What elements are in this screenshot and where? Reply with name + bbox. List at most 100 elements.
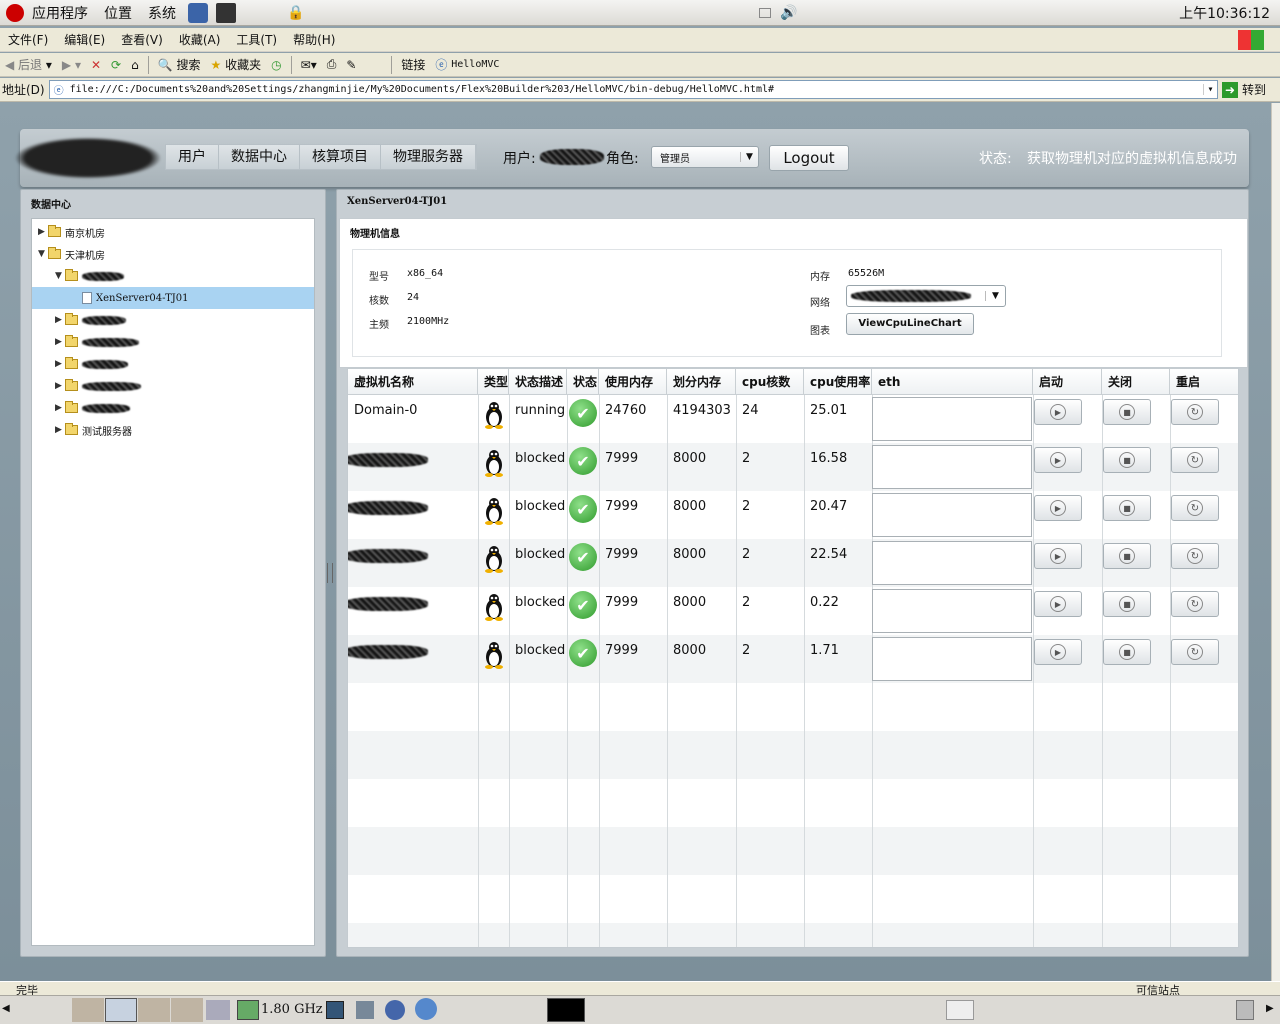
vm-restart-button[interactable]: ↻ xyxy=(1171,591,1219,617)
vm-eth-field[interactable] xyxy=(872,541,1032,585)
system-monitor-applet[interactable] xyxy=(547,998,585,1022)
vm-eth-field[interactable] xyxy=(872,445,1032,489)
link-hellomvc[interactable]: ⓔ HelloMVC xyxy=(430,54,504,76)
vm-stop-button[interactable]: ■ xyxy=(1103,543,1151,569)
menu-places[interactable]: 位置 xyxy=(96,3,140,23)
forward-button[interactable]: ▶ ▾ xyxy=(57,54,86,76)
grid-header[interactable]: eth xyxy=(872,369,1033,395)
vm-stop-button[interactable]: ■ xyxy=(1103,495,1151,521)
tree-node[interactable]: ▶ xyxy=(32,309,314,331)
tree-node[interactable]: ▶ 测试服务器 xyxy=(32,419,314,441)
vm-restart-button[interactable]: ↻ xyxy=(1171,495,1219,521)
vm-stop-button[interactable]: ■ xyxy=(1103,591,1151,617)
workspace-2[interactable] xyxy=(105,998,137,1022)
back-button[interactable]: ◀ 后退 ▾ xyxy=(0,54,57,76)
menu-file[interactable]: 文件(F) xyxy=(0,31,56,48)
vm-start-button[interactable]: ▶ xyxy=(1034,543,1082,569)
vm-eth-field[interactable] xyxy=(872,589,1032,633)
search-button[interactable]: 🔍 搜索 xyxy=(153,54,206,76)
notes-icon[interactable] xyxy=(356,1001,374,1019)
tree-node[interactable]: XenServer04-TJ01 xyxy=(32,287,314,309)
vm-start-button[interactable]: ▶ xyxy=(1034,639,1082,665)
grid-header[interactable]: 类型 xyxy=(478,369,509,395)
divider-handle[interactable] xyxy=(327,563,333,583)
collapsed-triangle-icon[interactable]: ▶ xyxy=(55,337,65,347)
vertical-scrollbar[interactable] xyxy=(1271,103,1280,981)
scroll-left-arrow-icon[interactable]: ◀ xyxy=(2,1003,10,1014)
vm-restart-button[interactable]: ↻ xyxy=(1171,543,1219,569)
vm-eth-field[interactable] xyxy=(872,397,1032,441)
vm-restart-button[interactable]: ↻ xyxy=(1171,639,1219,665)
browser-icon[interactable] xyxy=(385,1000,405,1020)
vm-eth-field[interactable] xyxy=(872,493,1032,537)
menu-applications[interactable]: 应用程序 xyxy=(24,3,96,23)
clock[interactable]: 上午10:36:12 xyxy=(1179,3,1270,23)
address-input[interactable]: ⓔ file:///C:/Documents%20and%20Settings/… xyxy=(48,80,1218,99)
grid-header[interactable]: 使用内存 xyxy=(599,369,667,395)
vm-restart-button[interactable]: ↻ xyxy=(1171,447,1219,473)
grid-header[interactable]: 状态描述 xyxy=(509,369,567,395)
trash-icon[interactable] xyxy=(1236,1000,1254,1020)
network-select[interactable]: ▼ xyxy=(846,285,1006,307)
menu-view[interactable]: 查看(V) xyxy=(113,31,171,48)
print-button[interactable]: ⎙ xyxy=(322,54,342,76)
home-button[interactable]: ⌂ xyxy=(126,54,144,76)
monitor-icon[interactable] xyxy=(326,1001,344,1019)
grid-header[interactable]: 重启 xyxy=(1170,369,1238,395)
tree-node[interactable]: ▶ 南京机房 xyxy=(32,221,314,243)
expanded-triangle-icon[interactable]: ▼ xyxy=(38,249,48,259)
grid-header[interactable]: 关闭 xyxy=(1102,369,1170,395)
vm-eth-field[interactable] xyxy=(872,637,1032,681)
edit-button[interactable]: ✎ xyxy=(341,54,361,76)
workspace-1[interactable] xyxy=(72,998,104,1022)
vm-start-button[interactable]: ▶ xyxy=(1034,447,1082,473)
refresh-button[interactable]: ⟳ xyxy=(106,54,126,76)
address-dropdown-icon[interactable]: ▾ xyxy=(1202,84,1217,95)
vm-restart-button[interactable]: ↻ xyxy=(1171,399,1219,425)
terminal-icon[interactable] xyxy=(216,2,236,23)
menu-favorites[interactable]: 收藏(A) xyxy=(171,31,229,48)
vm-stop-button[interactable]: ■ xyxy=(1103,447,1151,473)
nav-physical-servers[interactable]: 物理服务器 xyxy=(381,145,476,169)
logout-button[interactable]: Logout xyxy=(769,145,849,171)
view-cpu-line-chart-button[interactable]: ViewCpuLineChart xyxy=(846,313,974,335)
collapsed-triangle-icon[interactable]: ▶ xyxy=(38,227,48,237)
tree-node[interactable]: ▶ xyxy=(32,353,314,375)
virtualbox-icon[interactable] xyxy=(188,2,208,23)
collapsed-triangle-icon[interactable]: ▶ xyxy=(55,315,65,325)
tree-node[interactable]: ▶ xyxy=(32,375,314,397)
datacenter-tree[interactable]: ▶ 南京机房 ▼ 天津机房 ▼ XenServer04-TJ01 ▶ ▶ ▶ ▶ ▶ ▶ 测试服务器 xyxy=(31,218,315,946)
network-globe-icon[interactable] xyxy=(415,998,437,1020)
grid-header[interactable]: 虚拟机名称 xyxy=(348,369,478,395)
redhat-icon[interactable] xyxy=(6,3,24,22)
collapsed-triangle-icon[interactable]: ▶ xyxy=(55,425,65,435)
collapsed-triangle-icon[interactable]: ▶ xyxy=(55,381,65,391)
role-select[interactable]: 管理员 ▼ xyxy=(651,146,759,168)
vm-stop-button[interactable]: ■ xyxy=(1103,399,1151,425)
collapsed-triangle-icon[interactable]: ▶ xyxy=(55,359,65,369)
scroll-right-arrow-icon[interactable]: ▶ xyxy=(1266,1003,1274,1014)
grid-header[interactable]: 状态 xyxy=(567,369,599,395)
tree-node[interactable]: ▶ xyxy=(32,331,314,353)
grid-header[interactable]: cpu核数 xyxy=(736,369,804,395)
favorites-button[interactable]: ★ 收藏夹 xyxy=(206,54,267,76)
workspace-4[interactable] xyxy=(171,998,203,1022)
history-button[interactable]: ◷ xyxy=(266,54,286,76)
nav-users[interactable]: 用户 xyxy=(166,145,219,169)
vm-start-button[interactable]: ▶ xyxy=(1034,495,1082,521)
menu-tools[interactable]: 工具(T) xyxy=(228,31,285,48)
nav-datacenter[interactable]: 数据中心 xyxy=(219,145,300,169)
window-icon[interactable] xyxy=(759,7,772,18)
menu-edit[interactable]: 编辑(E) xyxy=(56,31,113,48)
expanded-triangle-icon[interactable]: ▼ xyxy=(55,271,65,281)
mail-button[interactable]: ✉ ▾ xyxy=(296,54,322,76)
grid-header[interactable]: 划分内存 xyxy=(667,369,736,395)
stop-button[interactable]: ✕ xyxy=(86,54,106,76)
lock-icon[interactable]: 🔒 xyxy=(286,3,306,23)
workspace-3[interactable] xyxy=(138,998,170,1022)
grid-header[interactable]: cpu使用率 xyxy=(804,369,872,395)
tree-node[interactable]: ▶ xyxy=(32,397,314,419)
notes-applet-icon[interactable] xyxy=(946,1000,974,1020)
tree-node[interactable]: ▼ xyxy=(32,265,314,287)
network-monitor-icon[interactable] xyxy=(206,1000,230,1020)
